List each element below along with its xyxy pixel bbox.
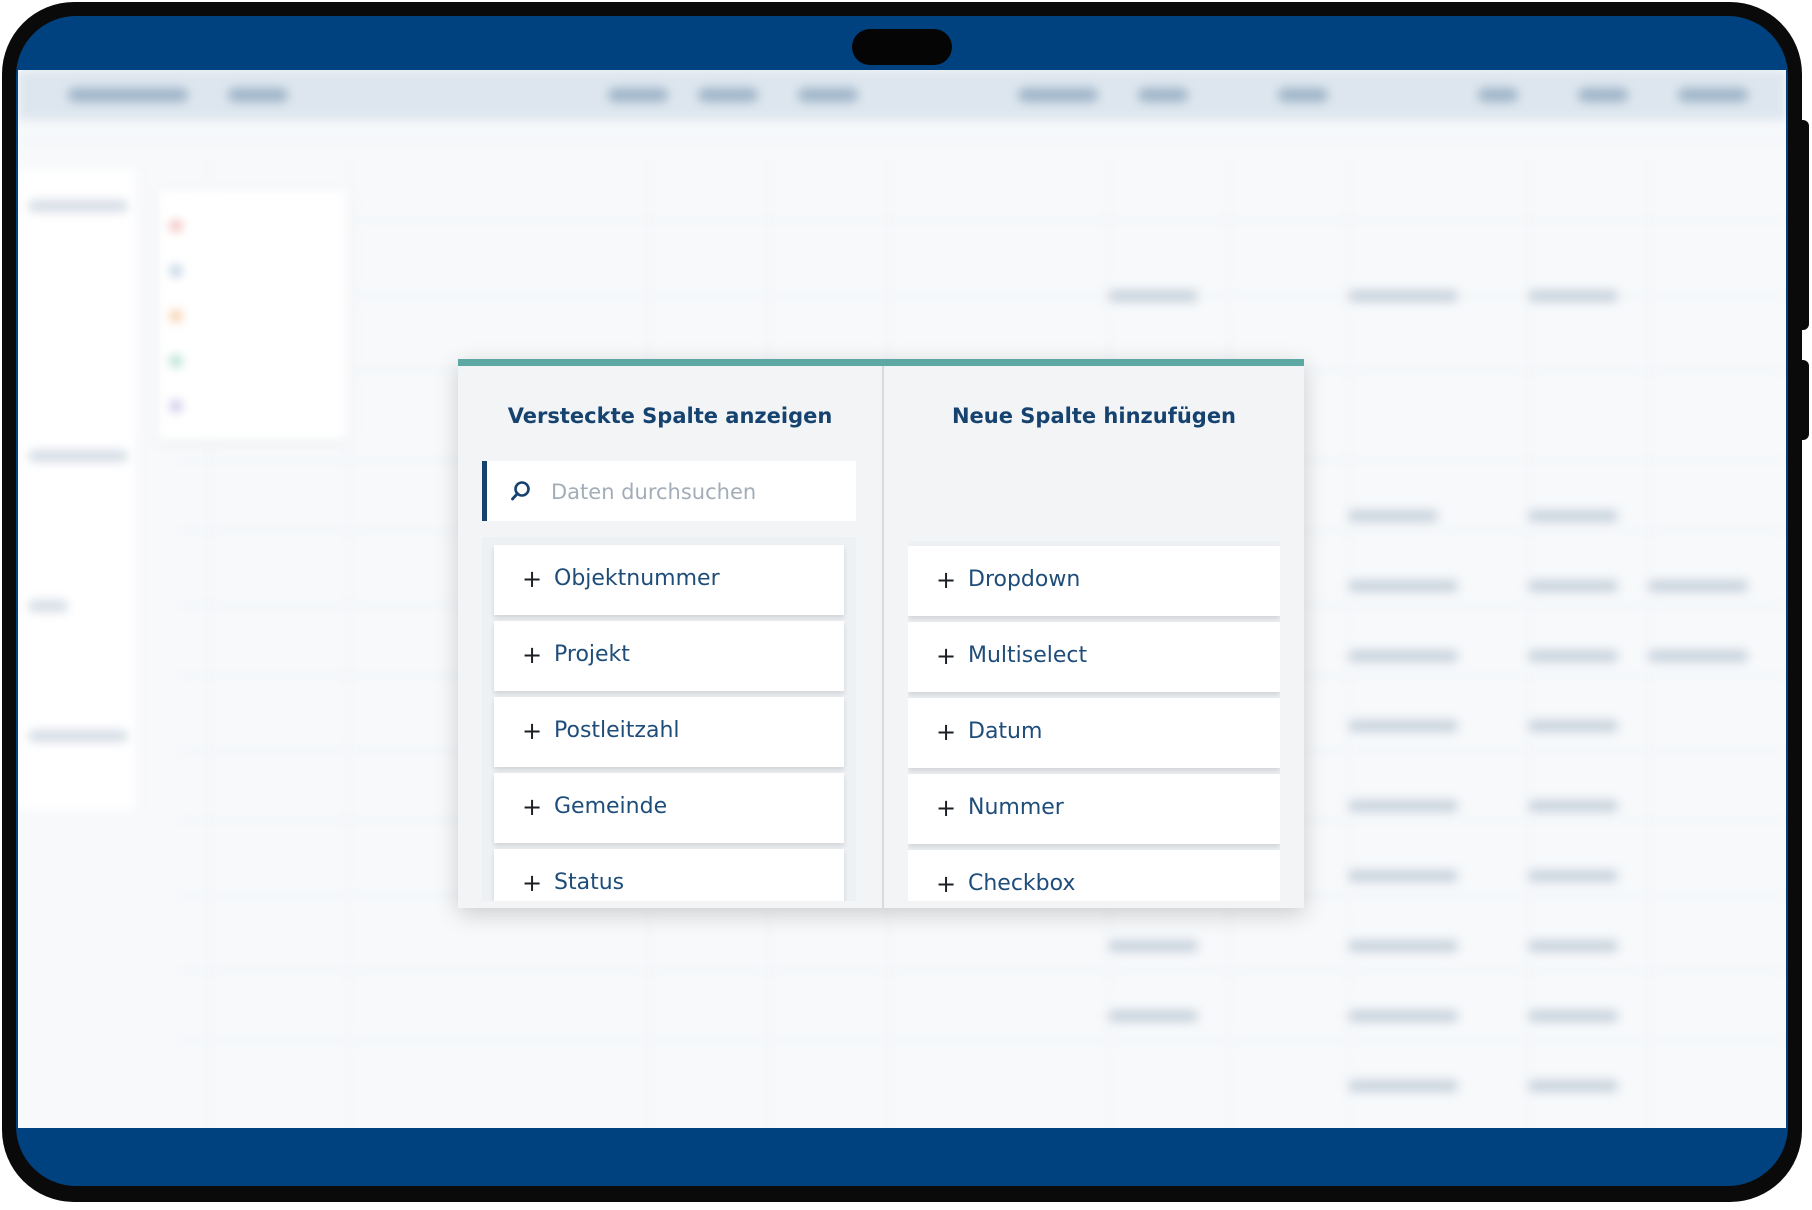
list-item[interactable]: + Gemeinde: [494, 773, 844, 843]
plus-icon: +: [522, 565, 543, 593]
background-toolbar: [18, 70, 1786, 120]
list-item[interactable]: + Nummer: [908, 774, 1280, 844]
list-item[interactable]: + Checkbox: [908, 850, 1280, 901]
plus-icon: +: [936, 794, 957, 822]
list-item-label: Status: [554, 870, 625, 895]
add-column-title: Neue Spalte hinzufügen: [951, 404, 1237, 428]
plus-icon: +: [936, 642, 957, 670]
list-item-label: Checkbox: [968, 871, 1076, 896]
add-column-panel: Neue Spalte hinzufügen + Dropdown + Mult…: [884, 366, 1304, 908]
list-item-label: Datum: [968, 719, 1043, 744]
list-item-label: Dropdown: [968, 567, 1081, 592]
hidden-columns-panel: Versteckte Spalte anzeigen + Objektnumme…: [458, 366, 882, 908]
hidden-columns-title: Versteckte Spalte anzeigen: [507, 404, 833, 428]
list-item[interactable]: + Projekt: [494, 621, 844, 691]
list-item[interactable]: + Datum: [908, 698, 1280, 768]
column-settings-modal: Versteckte Spalte anzeigen + Objektnumme…: [458, 359, 1304, 908]
search-icon: [511, 481, 530, 501]
list-item-label: Gemeinde: [554, 794, 668, 819]
list-item[interactable]: + Objektnummer: [494, 545, 844, 615]
plus-icon: +: [936, 870, 957, 898]
hidden-columns-list[interactable]: + Objektnummer + Projekt + Postleitzahl …: [482, 537, 856, 901]
column-type-list[interactable]: + Dropdown + Multiselect + Datum + Numme…: [908, 541, 1280, 901]
plus-icon: +: [936, 566, 957, 594]
plus-icon: +: [522, 793, 543, 821]
background-sidebar: [18, 170, 139, 810]
camera-notch: [852, 29, 952, 65]
list-item-label: Nummer: [968, 795, 1064, 820]
background-dropdown: [158, 190, 348, 440]
plus-icon: +: [522, 869, 543, 897]
list-item[interactable]: + Status: [494, 849, 844, 901]
plus-icon: +: [936, 718, 957, 746]
device-side-button: [1795, 120, 1809, 330]
list-item-label: Multiselect: [968, 643, 1088, 668]
list-item[interactable]: + Dropdown: [908, 546, 1280, 616]
plus-icon: +: [522, 641, 543, 669]
list-item-label: Objektnummer: [554, 566, 720, 591]
plus-icon: +: [522, 717, 543, 745]
search-input[interactable]: [549, 471, 843, 513]
app-screen: Versteckte Spalte anzeigen + Objektnumme…: [18, 70, 1786, 1128]
list-item[interactable]: + Multiselect: [908, 622, 1280, 692]
list-item-label: Postleitzahl: [554, 718, 680, 743]
search-box[interactable]: [482, 461, 856, 521]
list-item-label: Projekt: [554, 642, 630, 667]
device-side-button: [1795, 360, 1809, 440]
device-bezel: Versteckte Spalte anzeigen + Objektnumme…: [16, 16, 1788, 1186]
list-item[interactable]: + Postleitzahl: [494, 697, 844, 767]
